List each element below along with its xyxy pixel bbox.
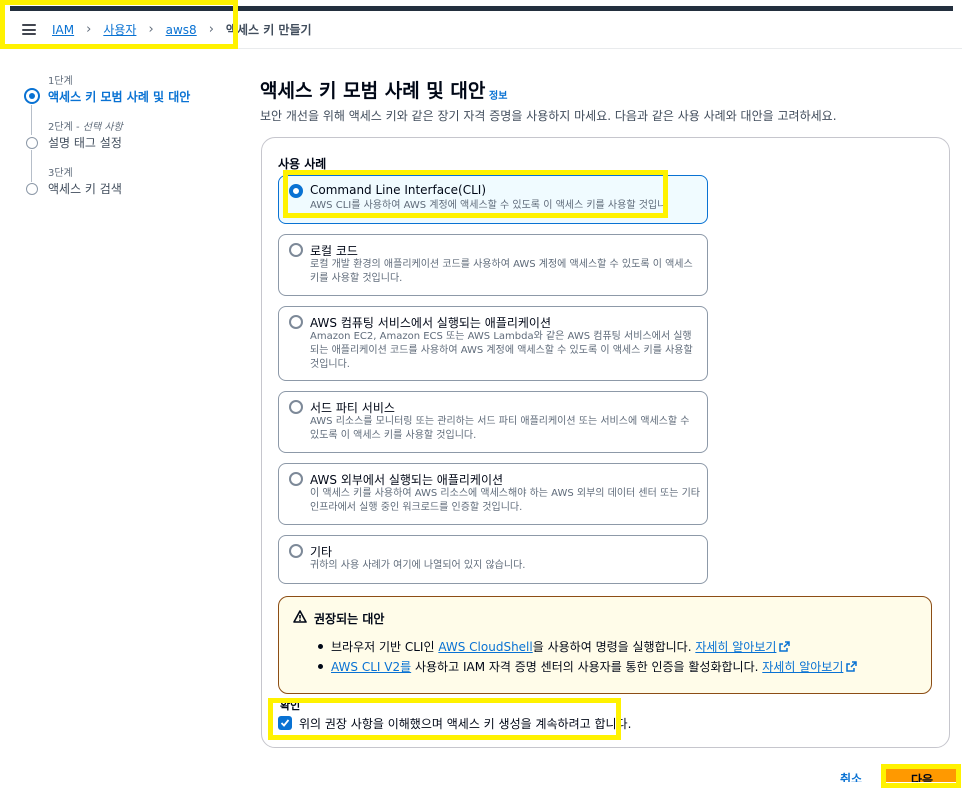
option-description: 로컬 개발 환경의 애플리케이션 코드를 사용하여 AWS 계정에 액세스할 수… xyxy=(310,259,693,284)
page-title: 액세스 키 모범 사례 및 대안 xyxy=(260,80,486,102)
option-title: 로컬 코드 xyxy=(310,244,358,258)
option-title: AWS 외부에서 실행되는 애플리케이션 xyxy=(310,473,504,487)
breadcrumb-current: 액세스 키 만들기 xyxy=(225,23,312,37)
option-aws-compute[interactable]: AWS 컴퓨팅 서비스에서 실행되는 애플리케이션 Amazon EC2, Am… xyxy=(278,306,708,381)
radio-button[interactable] xyxy=(289,315,303,329)
step-1-title[interactable]: 액세스 키 모범 사례 및 대안 xyxy=(48,88,190,105)
option-description: Amazon EC2, Amazon ECS 또는 AWS Lambda와 같은… xyxy=(310,331,693,370)
alert-item-cli-v2: AWS CLI V2를 사용하고 IAM 자격 증명 센터의 사용자를 통한 인… xyxy=(317,658,858,675)
radio-button[interactable] xyxy=(289,400,303,414)
learn-more-link[interactable]: 자세히 알아보기 xyxy=(695,640,776,654)
step-3-indicator xyxy=(26,183,38,195)
radio-button[interactable] xyxy=(289,472,303,486)
step-1-number: 1단계 xyxy=(48,76,73,87)
alert-text: 을 사용하여 명령을 실행합니다. xyxy=(532,640,696,654)
option-third-party[interactable]: 서드 파티 서비스 AWS 리소스를 모니터링 또는 관리하는 서드 파티 애플… xyxy=(278,391,708,453)
alert-text: 사용하고 IAM 자격 증명 센터의 사용자를 통한 인증을 활성화합니다. xyxy=(411,660,763,674)
step-1-indicator xyxy=(24,88,40,104)
learn-more-link[interactable]: 자세히 알아보기 xyxy=(762,660,843,674)
radio-button[interactable] xyxy=(289,243,303,257)
alert-title: 권장되는 대안 xyxy=(314,612,385,626)
info-link[interactable]: 정보 xyxy=(489,87,507,102)
step-2-optional: 선택 사항 xyxy=(82,122,123,133)
recommended-alternatives-alert: 권장되는 대안 브라우저 기반 CLI인 AWS CloudShell을 사용하… xyxy=(278,596,932,694)
external-link-icon xyxy=(846,661,858,672)
cloudshell-link[interactable]: AWS CloudShell xyxy=(438,640,532,654)
option-description: 귀하의 사용 사례가 여기에 나열되어 있지 않습니다. xyxy=(310,560,526,571)
external-link-icon xyxy=(779,641,791,652)
radio-button[interactable] xyxy=(289,544,303,558)
highlight-box xyxy=(283,170,668,218)
option-other[interactable]: 기타 귀하의 사용 사례가 여기에 나열되어 있지 않습니다. xyxy=(278,535,708,584)
highlight-box xyxy=(0,0,238,49)
option-title: 기타 xyxy=(310,545,333,559)
option-local-code[interactable]: 로컬 코드 로컬 개발 환경의 애플리케이션 코드를 사용하여 AWS 계정에 … xyxy=(278,234,708,296)
step-2-number: 2단계 - 선택 사항 xyxy=(48,122,123,133)
step-2-indicator xyxy=(26,137,38,149)
option-title: AWS 컴퓨팅 서비스에서 실행되는 애플리케이션 xyxy=(310,316,552,330)
step-3-title: 액세스 키 검색 xyxy=(48,182,122,196)
highlight-box xyxy=(268,698,621,740)
alert-item-cloudshell: 브라우저 기반 CLI인 AWS CloudShell을 사용하여 명령을 실행… xyxy=(317,638,857,655)
option-description: 이 액세스 키를 사용하여 AWS 리소스에 액세스해야 하는 AWS 외부의 … xyxy=(310,488,700,513)
option-title: 서드 파티 서비스 xyxy=(310,401,395,415)
step-3-number: 3단계 xyxy=(48,168,73,179)
aws-cli-v2-link[interactable]: AWS CLI V2를 xyxy=(331,660,411,674)
step-2-title: 설명 태그 설정 xyxy=(48,136,122,150)
cancel-button[interactable]: 취소 xyxy=(840,768,862,782)
option-outside-aws[interactable]: AWS 외부에서 실행되는 애플리케이션 이 액세스 키를 사용하여 AWS 리… xyxy=(278,463,708,525)
step-connector xyxy=(31,105,32,135)
page-description: 보안 개선을 위해 액세스 키와 같은 장기 자격 증명을 사용하지 마세요. … xyxy=(260,109,837,123)
alert-text: 브라우저 기반 CLI인 xyxy=(331,640,439,654)
highlight-box xyxy=(881,764,961,788)
alert-list: 브라우저 기반 CLI인 AWS CloudShell을 사용하여 명령을 실행… xyxy=(317,638,858,678)
step-connector xyxy=(31,150,32,182)
warning-icon xyxy=(293,610,307,623)
option-description: AWS 리소스를 모니터링 또는 관리하는 서드 파티 애플리케이션 또는 서비… xyxy=(310,416,690,441)
